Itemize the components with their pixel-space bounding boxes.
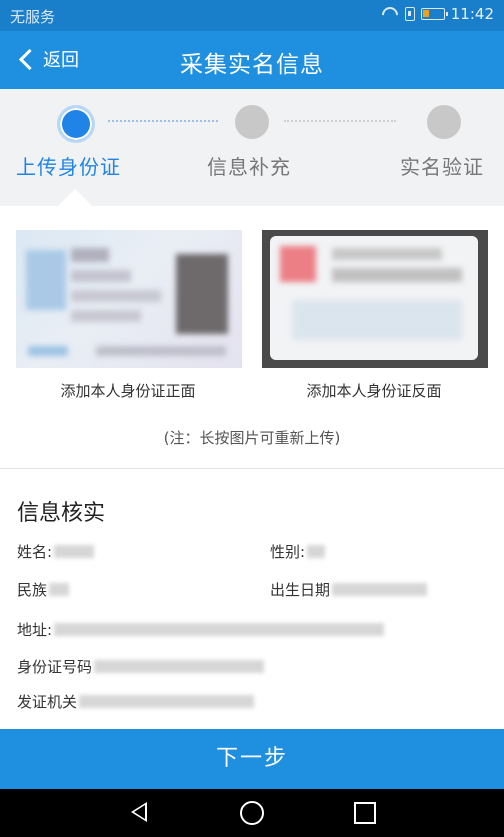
id-front-image[interactable] <box>16 230 242 368</box>
id-back-caption: 添加本人身份证反面 <box>306 382 442 400</box>
id-back-image[interactable] <box>262 230 488 368</box>
birthdate-label: 出生日期 <box>270 581 331 599</box>
sim-icon <box>404 7 415 21</box>
step-connector-1 <box>108 120 218 122</box>
id-number-value-redacted <box>94 660 265 673</box>
clock: 11:42 <box>450 5 494 23</box>
ethnicity-field: 民族 <box>17 579 70 600</box>
info-section-title: 信息核实 <box>17 501 106 526</box>
app-header: 返回 采集实名信息 <box>0 31 504 89</box>
active-step-pointer <box>58 189 92 206</box>
address-label: 地址: <box>17 621 53 639</box>
authority-value-redacted <box>79 695 255 708</box>
system-home-icon[interactable] <box>240 801 264 825</box>
system-recent-apps-icon[interactable] <box>354 802 376 824</box>
step-3-label: 实名验证 <box>400 155 484 179</box>
step-1-indicator <box>57 105 95 143</box>
step-connector-2 <box>284 120 396 122</box>
status-bar: 无服务 11:42 <box>0 0 504 31</box>
gender-field: 性别: <box>270 541 326 562</box>
wifi-icon <box>381 7 399 21</box>
id-number-field: 身份证号码 <box>17 656 265 677</box>
next-step-button[interactable]: 下一步 <box>0 729 504 789</box>
id-number-label: 身份证号码 <box>17 658 93 676</box>
info-verify-section: 信息核实 姓名: 性别: 民族 出生日期 地址: 身份证号码 发证机关 <box>0 469 504 729</box>
name-value-redacted <box>54 545 95 558</box>
gender-label: 性别: <box>270 543 306 561</box>
carrier-text: 无服务 <box>10 8 56 26</box>
gender-value-redacted <box>307 545 326 558</box>
step-2-label: 信息补充 <box>207 155 291 179</box>
page-title: 采集实名信息 <box>180 52 324 78</box>
id-upload-section: 添加本人身份证正面 添加本人身份证反面 (注：长按图片可重新上传) <box>0 206 504 468</box>
battery-icon <box>420 8 448 20</box>
step-2-indicator <box>235 105 269 139</box>
address-value-redacted <box>54 623 385 636</box>
ethnicity-label: 民族 <box>17 581 48 599</box>
progress-stepper: 上传身份证 信息补充 实名验证 <box>0 89 504 206</box>
birthdate-value-redacted <box>332 583 428 596</box>
name-field: 姓名: <box>17 541 95 562</box>
reupload-note: (注：长按图片可重新上传) <box>163 429 341 447</box>
system-nav-bar <box>0 789 504 837</box>
step-1-label: 上传身份证 <box>16 155 121 179</box>
id-front-caption: 添加本人身份证正面 <box>60 382 196 400</box>
step-3-indicator <box>427 105 461 139</box>
system-back-icon[interactable] <box>131 802 147 822</box>
name-label: 姓名: <box>17 543 53 561</box>
authority-label: 发证机关 <box>17 693 78 711</box>
ethnicity-value-redacted <box>49 583 70 596</box>
birthdate-field: 出生日期 <box>270 579 428 600</box>
address-field: 地址: <box>17 619 385 640</box>
authority-field: 发证机关 <box>17 691 255 712</box>
status-icons: 11:42 <box>381 5 494 23</box>
